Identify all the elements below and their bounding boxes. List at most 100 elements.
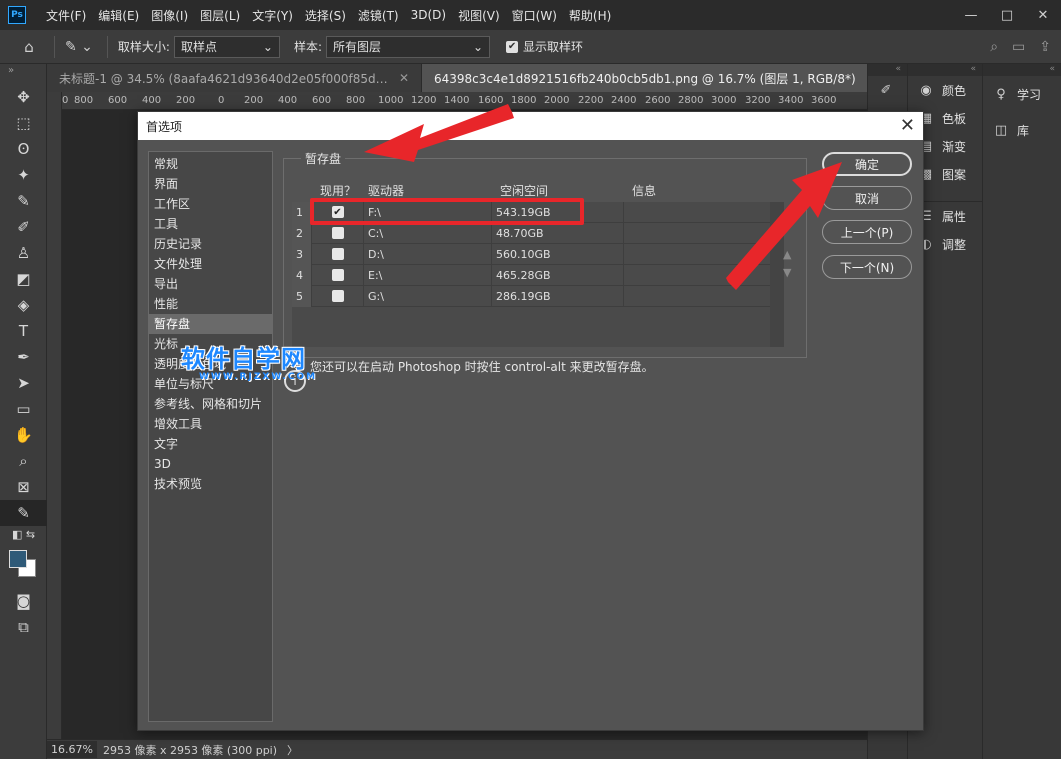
rectangle-tool-icon[interactable]: ▭ bbox=[0, 396, 47, 422]
share-icon[interactable]: ⇪ bbox=[1039, 39, 1051, 55]
frame-tool-icon[interactable]: ⊠ bbox=[0, 474, 47, 500]
nav-plugins[interactable]: 增效工具 bbox=[149, 414, 272, 434]
nav-tech-preview[interactable]: 技术预览 bbox=[149, 474, 272, 494]
move-tool-icon[interactable]: ✥ bbox=[0, 84, 47, 110]
watermark-main: 软件自学网 bbox=[181, 339, 317, 374]
nav-export[interactable]: 导出 bbox=[149, 274, 272, 294]
sample-size-select[interactable]: 取样点 ⌄ bbox=[174, 36, 280, 58]
list-scrollbar[interactable] bbox=[770, 202, 784, 347]
type-tool-icon[interactable]: T bbox=[0, 318, 47, 344]
menu-type[interactable]: 文字(Y) bbox=[246, 0, 299, 30]
nav-history[interactable]: 历史记录 bbox=[149, 234, 272, 254]
quick-mask-icon[interactable]: ◙ bbox=[0, 588, 47, 614]
pen-tool-icon[interactable]: ✒ bbox=[0, 344, 47, 370]
nav-general[interactable]: 常规 bbox=[149, 154, 272, 174]
drive-info bbox=[624, 223, 770, 244]
menu-file[interactable]: 文件(F) bbox=[40, 0, 92, 30]
tab-untitled[interactable]: 未标题-1 @ 34.5% (8aafa4621d93640d2e05f000f… bbox=[47, 64, 422, 92]
table-row[interactable]: 2 C:\ 48.70GB bbox=[292, 223, 770, 244]
menu-edit[interactable]: 编辑(E) bbox=[92, 0, 145, 30]
dialog-title: 首选项 bbox=[146, 118, 182, 135]
status-more-icon[interactable]: 〉 bbox=[287, 742, 298, 758]
menu-layer[interactable]: 图层(L) bbox=[194, 0, 246, 30]
magic-wand-tool-icon[interactable]: ✦ bbox=[0, 162, 47, 188]
close-icon[interactable]: ✕ bbox=[900, 115, 915, 136]
nav-workspace[interactable]: 工作区 bbox=[149, 194, 272, 214]
move-down-icon[interactable]: ▼ bbox=[783, 266, 791, 279]
active-checkbox[interactable] bbox=[332, 269, 344, 281]
next-button[interactable]: 下一个(N) bbox=[822, 255, 912, 279]
stamp-tool-icon[interactable]: ♙ bbox=[0, 240, 47, 266]
menu-3d[interactable]: 3D(D) bbox=[405, 0, 452, 30]
foreground-color-swatch[interactable] bbox=[9, 550, 27, 568]
close-window-icon[interactable]: ✕ bbox=[1025, 0, 1061, 30]
screen-mode-icon[interactable]: ⧉ bbox=[0, 614, 47, 640]
panel-color[interactable]: ◉颜色 bbox=[908, 76, 982, 104]
ruler-label: 3600 bbox=[811, 95, 836, 106]
eyedropper-preset-icon[interactable]: ✎ ⌄ bbox=[65, 39, 93, 55]
paint-bucket-tool-icon[interactable]: ◈ bbox=[0, 292, 47, 318]
table-row[interactable]: 5 G:\ 286.19GB bbox=[292, 286, 770, 307]
brush-tool-icon[interactable]: ✐ bbox=[0, 214, 47, 240]
menu-filter[interactable]: 滤镜(T) bbox=[352, 0, 405, 30]
nav-tools[interactable]: 工具 bbox=[149, 214, 272, 234]
nav-performance[interactable]: 性能 bbox=[149, 294, 272, 314]
nav-file-handling[interactable]: 文件处理 bbox=[149, 254, 272, 274]
nav-scratch-disks[interactable]: 暂存盘 bbox=[149, 314, 272, 334]
path-select-tool-icon[interactable]: ➤ bbox=[0, 370, 47, 396]
cancel-button[interactable]: 取消 bbox=[822, 186, 912, 210]
nav-3d[interactable]: 3D bbox=[149, 454, 272, 474]
menu-image[interactable]: 图像(I) bbox=[145, 0, 194, 30]
col-drive: 驱动器 bbox=[364, 182, 496, 199]
highlight-box bbox=[310, 198, 584, 225]
ruler-label: 1600 bbox=[478, 95, 503, 106]
brush-panel-icon[interactable]: ✐ bbox=[868, 76, 907, 104]
prev-button[interactable]: 上一个(P) bbox=[822, 220, 912, 244]
options-right: ⌕ ▭ ⇪ bbox=[990, 30, 1051, 64]
eyedropper-active-tool-icon[interactable]: ✎ bbox=[0, 500, 47, 526]
panel-libraries[interactable]: ◫库 bbox=[983, 112, 1061, 148]
preferences-dialog: 首选项 ✕ 常规 界面 工作区 工具 历史记录 文件处理 导出 性能 暂存盘 光… bbox=[137, 111, 924, 731]
search-icon[interactable]: ⌕ bbox=[990, 39, 998, 55]
active-checkbox[interactable] bbox=[332, 227, 344, 239]
nav-guides-grid[interactable]: 参考线、网格和切片 bbox=[149, 394, 272, 414]
ok-button[interactable]: 确定 bbox=[822, 152, 912, 176]
active-checkbox[interactable] bbox=[332, 248, 344, 260]
collapse-icon[interactable]: « bbox=[868, 64, 907, 76]
eyedropper-tool-icon[interactable]: ✎ bbox=[0, 188, 47, 214]
panel-learn[interactable]: ♀学习 bbox=[983, 76, 1061, 112]
free-space: 560.10GB bbox=[492, 244, 624, 265]
tab-png-document[interactable]: 64398c3c4e1d8921516fb240b0cb5db1.png @ 1… bbox=[422, 64, 889, 92]
collapse-icon[interactable]: « bbox=[908, 64, 982, 76]
table-row[interactable]: 3 D:\ 560.10GB bbox=[292, 244, 770, 265]
minimize-icon[interactable]: — bbox=[953, 0, 989, 30]
move-up-icon[interactable]: ▲ bbox=[783, 248, 791, 261]
sample-select[interactable]: 所有图层 ⌄ bbox=[326, 36, 490, 58]
menu-help[interactable]: 帮助(H) bbox=[563, 0, 617, 30]
eraser-tool-icon[interactable]: ◩ bbox=[0, 266, 47, 292]
hand-tool-icon[interactable]: ✋ bbox=[0, 422, 47, 448]
drive-name: C:\ bbox=[364, 223, 492, 244]
zoom-level[interactable]: 16.67% bbox=[47, 741, 97, 758]
active-checkbox[interactable] bbox=[332, 290, 344, 302]
lasso-tool-icon[interactable]: ʘ bbox=[0, 136, 47, 162]
close-icon[interactable]: ✕ bbox=[399, 71, 409, 85]
show-ring-checkbox[interactable]: ✔ bbox=[506, 41, 518, 53]
collapse-icon[interactable]: » bbox=[0, 64, 46, 84]
home-icon[interactable]: ⌂ bbox=[14, 38, 44, 56]
collapse-icon[interactable]: « bbox=[983, 64, 1061, 76]
swap-colors-icon[interactable]: ◧ ⇆ bbox=[0, 526, 47, 542]
tab-title: 64398c3c4e1d8921516fb240b0cb5db1.png @ 1… bbox=[434, 70, 856, 87]
marquee-tool-icon[interactable]: ⬚ bbox=[0, 110, 47, 136]
workspace-icon[interactable]: ▭ bbox=[1012, 39, 1025, 55]
nav-type[interactable]: 文字 bbox=[149, 434, 272, 454]
menu-window[interactable]: 窗口(W) bbox=[506, 0, 563, 30]
zoom-tool-icon[interactable]: ⌕ bbox=[0, 448, 47, 474]
table-row[interactable]: 4 E:\ 465.28GB bbox=[292, 265, 770, 286]
maximize-icon[interactable]: □ bbox=[989, 0, 1025, 30]
menu-bar: Ps 文件(F) 编辑(E) 图像(I) 图层(L) 文字(Y) 选择(S) 滤… bbox=[0, 0, 1061, 30]
menu-view[interactable]: 视图(V) bbox=[452, 0, 506, 30]
color-swatches[interactable] bbox=[0, 542, 46, 588]
menu-select[interactable]: 选择(S) bbox=[299, 0, 352, 30]
nav-interface[interactable]: 界面 bbox=[149, 174, 272, 194]
